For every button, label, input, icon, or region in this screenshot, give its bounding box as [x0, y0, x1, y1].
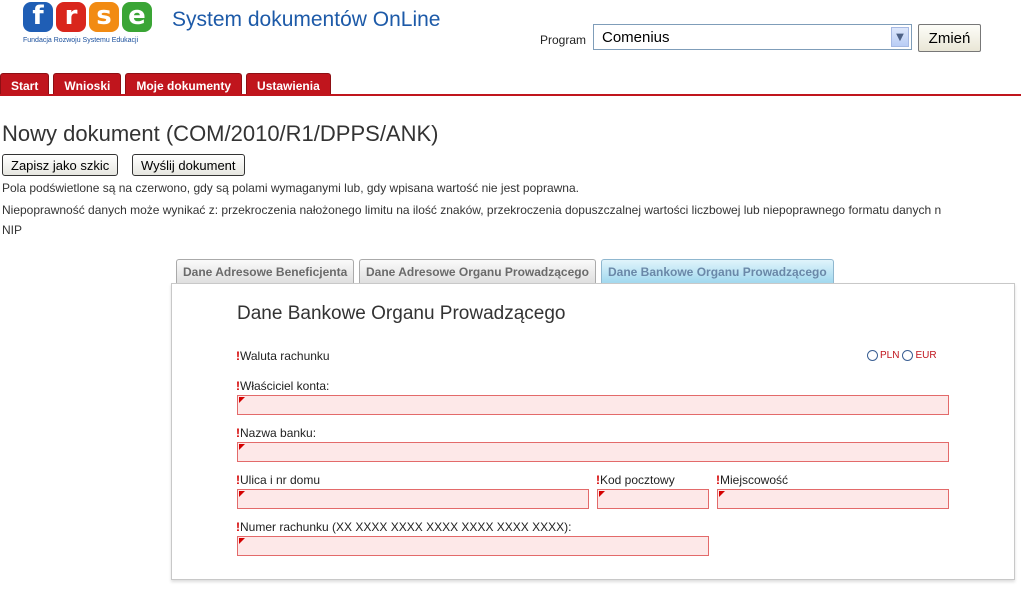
- currency-radio-group: PLN EUR: [867, 350, 940, 361]
- city-input[interactable]: [717, 489, 949, 509]
- currency-radio-pln[interactable]: [867, 350, 878, 361]
- logo-subtitle: Fundacja Rozwoju Systemu Edukacji: [23, 37, 139, 44]
- owner-input[interactable]: [237, 395, 949, 415]
- page-title: Nowy dokument (COM/2010/R1/DPPS/ANK): [2, 121, 439, 146]
- currency-radio-eur[interactable]: [902, 350, 914, 361]
- owner-label: !Właściciel konta:: [236, 379, 329, 393]
- account-number-input[interactable]: [237, 536, 709, 556]
- main-nav: Start Wnioski Moje dokumenty Ustawienia: [0, 73, 331, 96]
- change-program-button[interactable]: Zmień: [918, 24, 981, 52]
- subtab-dane-bankowe-organu[interactable]: Dane Bankowe Organu Prowadzącego: [601, 259, 834, 284]
- nav-divider: [0, 94, 1021, 96]
- subtab-dane-adresowe-organu[interactable]: Dane Adresowe Organu Prowadzącego: [359, 259, 596, 284]
- logo-letter-s: s: [89, 2, 119, 32]
- city-label: !Miejscowość: [716, 473, 788, 487]
- currency-label: !Waluta rachunku: [236, 349, 330, 363]
- owner-label-text: Właściciel konta:: [240, 379, 330, 393]
- postcode-input[interactable]: [597, 489, 709, 509]
- account-number-label: !Numer rachunku (XX XXXX XXXX XXXX XXXX …: [236, 520, 571, 534]
- currency-label-text: Waluta rachunku: [240, 349, 330, 363]
- app-title: System dokumentów OnLine: [172, 8, 441, 31]
- logo-letters: f r s e: [23, 2, 152, 32]
- logo-letter-r: r: [56, 2, 86, 32]
- info-note-1: Pola podświetlone są na czerwono, gdy są…: [2, 181, 579, 195]
- form-title: Dane Bankowe Organu Prowadzącego: [237, 303, 566, 324]
- bank-name-input[interactable]: [237, 442, 949, 462]
- program-select-value: Comenius: [602, 29, 670, 46]
- bank-label-text: Nazwa banku:: [240, 426, 317, 440]
- city-label-text: Miejscowość: [720, 473, 789, 487]
- nav-tab-ustawienia[interactable]: Ustawienia: [246, 73, 331, 96]
- info-note-2: Niepoprawność danych może wynikać z: prz…: [2, 203, 942, 217]
- logo-letter-f: f: [23, 2, 53, 32]
- bank-label: !Nazwa banku:: [236, 426, 316, 440]
- currency-option-pln: PLN: [880, 350, 900, 361]
- street-input[interactable]: [237, 489, 589, 509]
- currency-option-eur: EUR: [915, 350, 937, 361]
- chevron-down-icon[interactable]: ▼: [891, 27, 909, 47]
- nav-tab-start[interactable]: Start: [0, 73, 50, 96]
- nav-tab-moje-dokumenty[interactable]: Moje dokumenty: [125, 73, 243, 96]
- send-document-button[interactable]: Wyślij dokument: [132, 154, 245, 176]
- info-note-3: NIP: [2, 223, 23, 237]
- subtab-dane-adresowe-beneficjenta[interactable]: Dane Adresowe Beneficjenta: [176, 259, 355, 284]
- frse-logo: f r s e Fundacja Rozwoju Systemu Edukacj…: [23, 2, 158, 52]
- program-label: Program: [540, 33, 587, 47]
- logo-letter-e: e: [122, 2, 152, 32]
- postcode-label-text: Kod pocztowy: [600, 473, 675, 487]
- street-label: !Ulica i nr domu: [236, 473, 320, 487]
- program-select[interactable]: Comenius ▼: [593, 24, 912, 50]
- save-draft-button[interactable]: Zapisz jako szkic: [2, 154, 119, 176]
- account-number-label-text: Numer rachunku (XX XXXX XXXX XXXX XXXX X…: [240, 520, 572, 534]
- postcode-label: !Kod pocztowy: [596, 473, 675, 487]
- street-label-text: Ulica i nr domu: [240, 473, 321, 487]
- nav-tab-wnioski[interactable]: Wnioski: [53, 73, 122, 96]
